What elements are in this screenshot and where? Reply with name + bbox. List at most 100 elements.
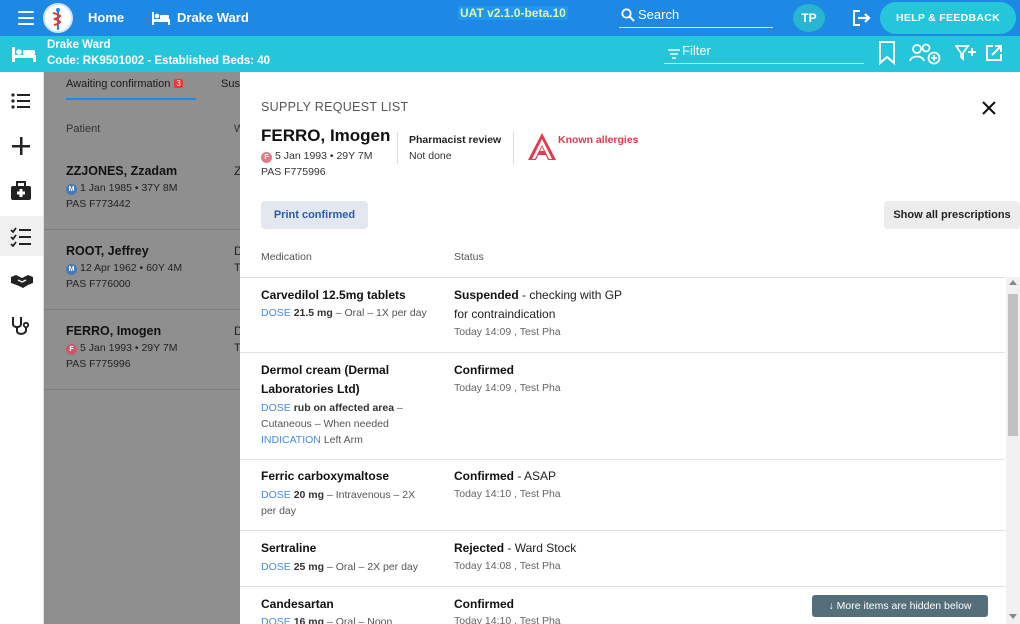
divider	[513, 132, 514, 164]
dose-value: 25 mg	[293, 561, 325, 573]
dose-key: DOSE	[261, 307, 291, 319]
sidebar-item-list[interactable]	[0, 81, 43, 121]
close-icon[interactable]	[982, 101, 996, 120]
filter-input[interactable]: Filter	[664, 40, 864, 64]
medication-name: Dermol cream (Dermal Laboratories Ltd)	[261, 363, 390, 396]
panel-title: SUPPLY REQUEST LIST	[261, 100, 409, 114]
status-timestamp: Today 14:09 , Test Pha	[454, 326, 561, 338]
logo-icon[interactable]	[43, 3, 73, 33]
medication-row[interactable]: Carvedilol 12.5mg tablets DOSE 21.5 mg –…	[240, 278, 1005, 353]
plus-icon	[12, 137, 30, 155]
sidebar-item-handshake[interactable]	[0, 261, 43, 301]
bed-icon	[11, 45, 37, 68]
supply-request-panel: SUPPLY REQUEST LIST FERRO, Imogen F5 Jan…	[240, 72, 1020, 624]
tab-awaiting-confirmation[interactable]: Awaiting confirmation 3	[66, 78, 183, 90]
known-allergies-link[interactable]: Known allergies	[558, 134, 639, 146]
bed-icon	[151, 10, 171, 31]
patient-name: ROOT, Jeffrey	[66, 244, 149, 258]
print-confirmed-button[interactable]: Print confirmed	[261, 201, 368, 229]
menu-icon[interactable]	[18, 11, 34, 25]
dose-value: 21.5 mg	[293, 307, 333, 319]
medication-row[interactable]: Ferric carboxymaltose DOSE 20 mg – Intra…	[240, 460, 1005, 531]
sex-badge: F	[66, 344, 77, 355]
status-timestamp: Today 14:08 , Test Pha	[454, 560, 561, 572]
ward-bar: Drake Ward Code: RK9501002 - Established…	[0, 36, 1020, 72]
medication-row[interactable]: Dermol cream (Dermal Laboratories Ltd) D…	[240, 353, 1005, 460]
patient-row[interactable]: ZZJONES, Zzadam M1 Jan 1985 • 37Y 8M PAS…	[44, 150, 241, 230]
patient-name-heading: FERRO, Imogen	[261, 126, 391, 145]
medication-dose: DOSE 16 mg – Oral – Noon	[261, 614, 431, 624]
status-note: - ASAP	[514, 469, 557, 483]
status-value: Confirmed	[454, 363, 514, 377]
pharmacist-review-label: Pharmacist review	[409, 134, 502, 146]
dose-key: DOSE	[261, 561, 291, 573]
filter-icon	[668, 46, 680, 64]
nav-home-link[interactable]: Home	[88, 10, 124, 25]
patient-name: FERRO, Imogen	[66, 324, 162, 338]
medication-status: Rejected - Ward Stock	[454, 539, 624, 558]
patient-dob: M1 Jan 1985 • 37Y 8M	[66, 182, 177, 195]
medication-dose: DOSE rub on affected area – Cutaneous – …	[261, 400, 431, 448]
search-icon	[621, 8, 635, 27]
scroll-up-arrow[interactable]	[1009, 280, 1017, 285]
help-feedback-button[interactable]: HELP & FEEDBACK	[880, 2, 1016, 34]
dose-value: rub on affected area	[293, 402, 395, 414]
status-value: Confirmed	[454, 597, 514, 611]
scroll-down-arrow[interactable]	[1009, 614, 1017, 619]
patient-dob-text: 5 Jan 1993 • 29Y 7M	[80, 342, 178, 354]
dose-key: DOSE	[261, 489, 291, 501]
dose-value: 16 mg	[293, 616, 325, 624]
tab-suspended[interactable]: Sus	[221, 78, 240, 90]
medication-name: Ferric carboxymaltose	[261, 469, 390, 483]
version-label: UAT v2.1.0-beta.10	[458, 6, 568, 20]
column-header-medication: Medication	[261, 251, 312, 263]
medication-status: Confirmed	[454, 595, 624, 614]
medication-name: Candesartan	[261, 597, 334, 611]
medication-dose: DOSE 21.5 mg – Oral – 1X per day	[261, 305, 431, 321]
medication-status: Confirmed	[454, 361, 624, 380]
sex-badge: M	[66, 264, 77, 275]
dose-value: 20 mg	[293, 489, 325, 501]
sidebar-nav	[0, 72, 44, 624]
ward-name: Drake Ward	[47, 39, 111, 51]
user-avatar[interactable]: TP	[793, 4, 825, 32]
dose-key: DOSE	[261, 402, 291, 414]
patient-list-pane: Awaiting confirmation3 Sus Patient W ZZJ…	[44, 72, 244, 624]
status-value: Suspended	[454, 288, 519, 302]
patient-dob-text: 1 Jan 1985 • 37Y 8M	[80, 182, 178, 194]
add-group-icon[interactable]	[909, 43, 941, 70]
sidebar-item-checklist[interactable]	[0, 216, 43, 256]
sidebar-item-clinical[interactable]	[0, 306, 43, 346]
patient-row[interactable]: ROOT, Jeffrey M 12 Apr 1962 • 60Y 4M PAS …	[44, 230, 243, 310]
search-input[interactable]: Search	[619, 4, 773, 28]
medication-status: Suspended - checking with GP for contrai…	[454, 286, 624, 324]
more-items-hidden-button[interactable]: ↓ More items are hidden below	[812, 595, 988, 617]
top-app-bar: Home Drake Ward UAT v2.1.0-beta.10 Searc…	[0, 0, 1020, 36]
pharmacist-review-value: Not done	[409, 150, 452, 162]
filter-plus-icon[interactable]	[954, 45, 977, 66]
active-tab-indicator	[66, 98, 196, 100]
sidebar-item-medical[interactable]	[0, 171, 43, 211]
sidebar-item-add[interactable]	[0, 126, 43, 166]
logout-icon[interactable]	[852, 9, 872, 32]
medical-bag-icon	[11, 181, 31, 200]
patient-name: ZZJONES, Zzadam	[66, 164, 178, 178]
patient-dob-text: 12 Apr 1962 • 60Y 4M	[80, 262, 183, 274]
nav-ward-link[interactable]: Drake Ward	[177, 10, 249, 25]
indication-value: Left Arm	[323, 434, 363, 446]
dose-details: – Oral – 1X per day	[332, 307, 427, 319]
patient-pas: PAS F773442	[66, 198, 131, 210]
bookmark-icon[interactable]	[878, 41, 896, 70]
medication-name: Sertraline	[261, 541, 317, 555]
medication-row[interactable]: Sertraline DOSE 25 mg – Oral – 2X per da…	[240, 531, 1005, 587]
patient-row[interactable]: FERRO, Imogen F5 Jan 1993 • 29Y 7M PAS F…	[44, 310, 243, 390]
status-value: Confirmed	[454, 469, 514, 483]
show-all-prescriptions-button[interactable]: Show all prescriptions	[884, 201, 1020, 229]
scrollbar-thumb[interactable]	[1008, 294, 1018, 436]
medication-dose: DOSE 25 mg – Oral – 2X per day	[261, 559, 431, 575]
medication-name: Carvedilol 12.5mg tablets	[261, 288, 406, 302]
dose-details: – Oral – Noon	[324, 616, 393, 624]
dose-key: DOSE	[261, 616, 291, 624]
external-link-icon[interactable]	[985, 44, 1003, 67]
status-note: - Ward Stock	[504, 541, 577, 555]
